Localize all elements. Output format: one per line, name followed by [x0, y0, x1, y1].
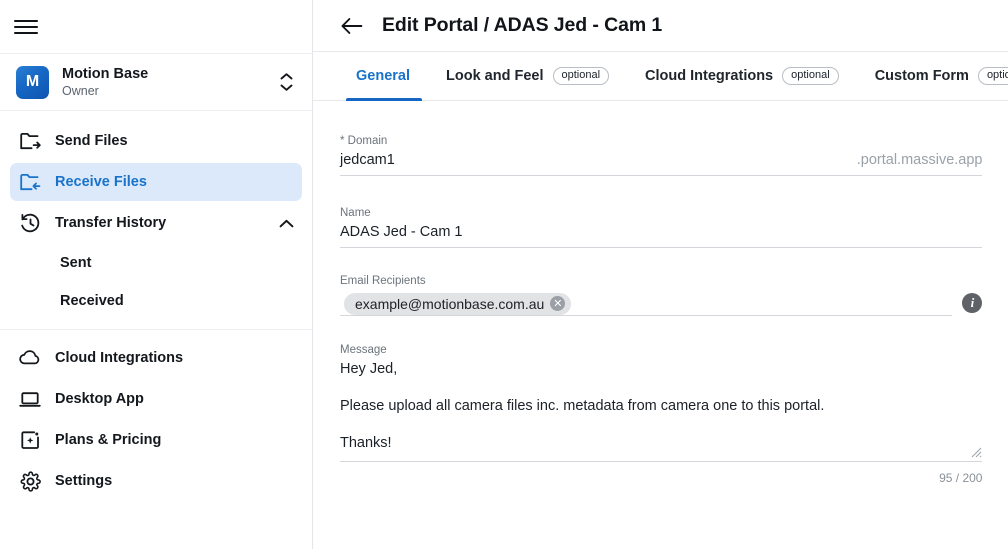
name-input[interactable]: ADAS Jed - Cam 1	[340, 221, 982, 247]
page-header: Edit Portal / ADAS Jed - Cam 1	[313, 0, 1008, 52]
field-email-recipients: Email Recipients example@motionbase.com.…	[340, 274, 983, 321]
sidebar-item-settings[interactable]: Settings	[10, 462, 302, 500]
sparkle-square-icon	[18, 428, 42, 452]
domain-input-row[interactable]: jedcam1 .portal.massive.app	[340, 149, 983, 176]
folder-in-icon	[18, 170, 42, 194]
tab-look-and-feel[interactable]: Look and Feel optional	[428, 52, 627, 100]
tab-label: Look and Feel	[446, 68, 544, 84]
hamburger-icon[interactable]	[14, 15, 38, 39]
tab-label: Cloud Integrations	[645, 68, 774, 84]
portal-form: * Domain jedcam1 .portal.massive.app Nam…	[313, 101, 1008, 549]
domain-input[interactable]: jedcam1	[340, 149, 857, 175]
sidebar-item-label: Cloud Integrations	[55, 350, 184, 366]
sidebar-subitem-label: Received	[60, 293, 124, 309]
workspace-text: Motion Base Owner	[62, 66, 265, 98]
laptop-icon	[18, 387, 42, 411]
optional-badge: optional	[552, 67, 610, 85]
name-input-row[interactable]: ADAS Jed - Cam 1	[340, 221, 983, 248]
app-root: · M Motion Base Owner Send Files Receive…	[0, 0, 1008, 549]
optional-badge: optional	[977, 67, 1008, 85]
sidebar: · M Motion Base Owner Send Files Receive…	[0, 0, 313, 549]
message-label: Message	[340, 343, 387, 356]
workspace-switcher[interactable]: M Motion Base Owner	[0, 54, 312, 111]
field-domain: * Domain jedcam1 .portal.massive.app	[340, 134, 983, 176]
sidebar-item-label: Transfer History	[55, 215, 167, 231]
field-name: Name ADAS Jed - Cam 1	[340, 206, 983, 248]
sidebar-item-send-files[interactable]: Send Files	[10, 122, 302, 160]
sidebar-item-label: Plans & Pricing	[55, 432, 162, 448]
tab-label: Custom Form	[874, 68, 969, 84]
sidebar-item-label: Settings	[55, 473, 113, 489]
email-chip[interactable]: example@motionbase.com.au ✕	[344, 292, 572, 315]
message-body: Hey Jed, Please upload all camera files …	[340, 358, 982, 454]
sidebar-item-receive-files[interactable]: Receive Files	[10, 163, 302, 201]
arrow-left-icon[interactable]	[340, 14, 364, 38]
tab-bar: General Look and Feel optional Cloud Int…	[313, 52, 1008, 101]
sidebar-item-desktop-app[interactable]: Desktop App	[10, 380, 302, 418]
tab-cloud-integrations[interactable]: Cloud Integrations optional	[627, 52, 857, 100]
tab-general[interactable]: General	[340, 52, 428, 101]
sidebar-nav: Send Files Receive Files Transfer Histor…	[0, 111, 312, 549]
message-textarea[interactable]: Hey Jed, Please upload all camera files …	[340, 358, 983, 462]
brand-logo: ·	[52, 20, 57, 33]
workspace-role: Owner	[62, 83, 99, 98]
optional-badge: optional	[782, 67, 839, 85]
message-line: Thanks!	[340, 434, 392, 451]
folder-out-icon	[18, 129, 42, 153]
sidebar-subitem-sent[interactable]: Sent	[10, 245, 302, 281]
page-title: Edit Portal / ADAS Jed - Cam 1	[382, 14, 663, 36]
tab-label: General	[356, 68, 410, 84]
chevron-up-icon[interactable]	[279, 219, 294, 228]
sidebar-divider	[0, 329, 312, 330]
sidebar-subitem-label: Sent	[60, 255, 92, 271]
character-counter: 95 / 200	[939, 470, 983, 485]
sidebar-item-transfer-history[interactable]: Transfer History	[10, 204, 302, 242]
message-line: Hey Jed,	[340, 360, 398, 377]
cloud-icon	[18, 346, 42, 370]
email-recipients-row: example@motionbase.com.au ✕ i	[340, 289, 983, 321]
sidebar-item-cloud-integrations[interactable]: Cloud Integrations	[10, 339, 302, 377]
sidebar-item-label: Send Files	[55, 133, 128, 149]
email-recipients-input[interactable]: example@motionbase.com.au ✕	[340, 292, 953, 316]
history-icon	[18, 211, 42, 235]
sidebar-item-label: Desktop App	[55, 391, 144, 407]
close-circle-icon[interactable]: ✕	[550, 296, 566, 312]
info-icon[interactable]: i	[962, 293, 983, 314]
sidebar-item-plans-pricing[interactable]: Plans & Pricing	[10, 421, 302, 459]
sidebar-subitem-received[interactable]: Received	[10, 283, 302, 319]
name-label: Name	[340, 206, 371, 219]
email-recipients-label: Email Recipients	[340, 274, 426, 287]
avatar: M	[16, 65, 49, 99]
domain-label: * Domain	[340, 135, 388, 147]
main-content: Edit Portal / ADAS Jed - Cam 1 General L…	[313, 0, 1008, 549]
sidebar-top-bar: ·	[0, 0, 312, 54]
email-chip-label: example@motionbase.com.au	[355, 295, 545, 312]
sidebar-item-label: Receive Files	[55, 174, 147, 190]
tab-custom-form[interactable]: Custom Form optional	[857, 52, 1008, 100]
email-chip-list: example@motionbase.com.au ✕	[340, 292, 952, 315]
chevron-updown-icon[interactable]	[278, 73, 294, 91]
field-message: Message Hey Jed, Please upload all camer…	[340, 343, 983, 485]
gear-icon	[18, 469, 42, 493]
message-line: Please upload all camera files inc. meta…	[340, 397, 825, 414]
workspace-name: Motion Base	[62, 65, 149, 82]
domain-suffix: .portal.massive.app	[856, 151, 983, 168]
